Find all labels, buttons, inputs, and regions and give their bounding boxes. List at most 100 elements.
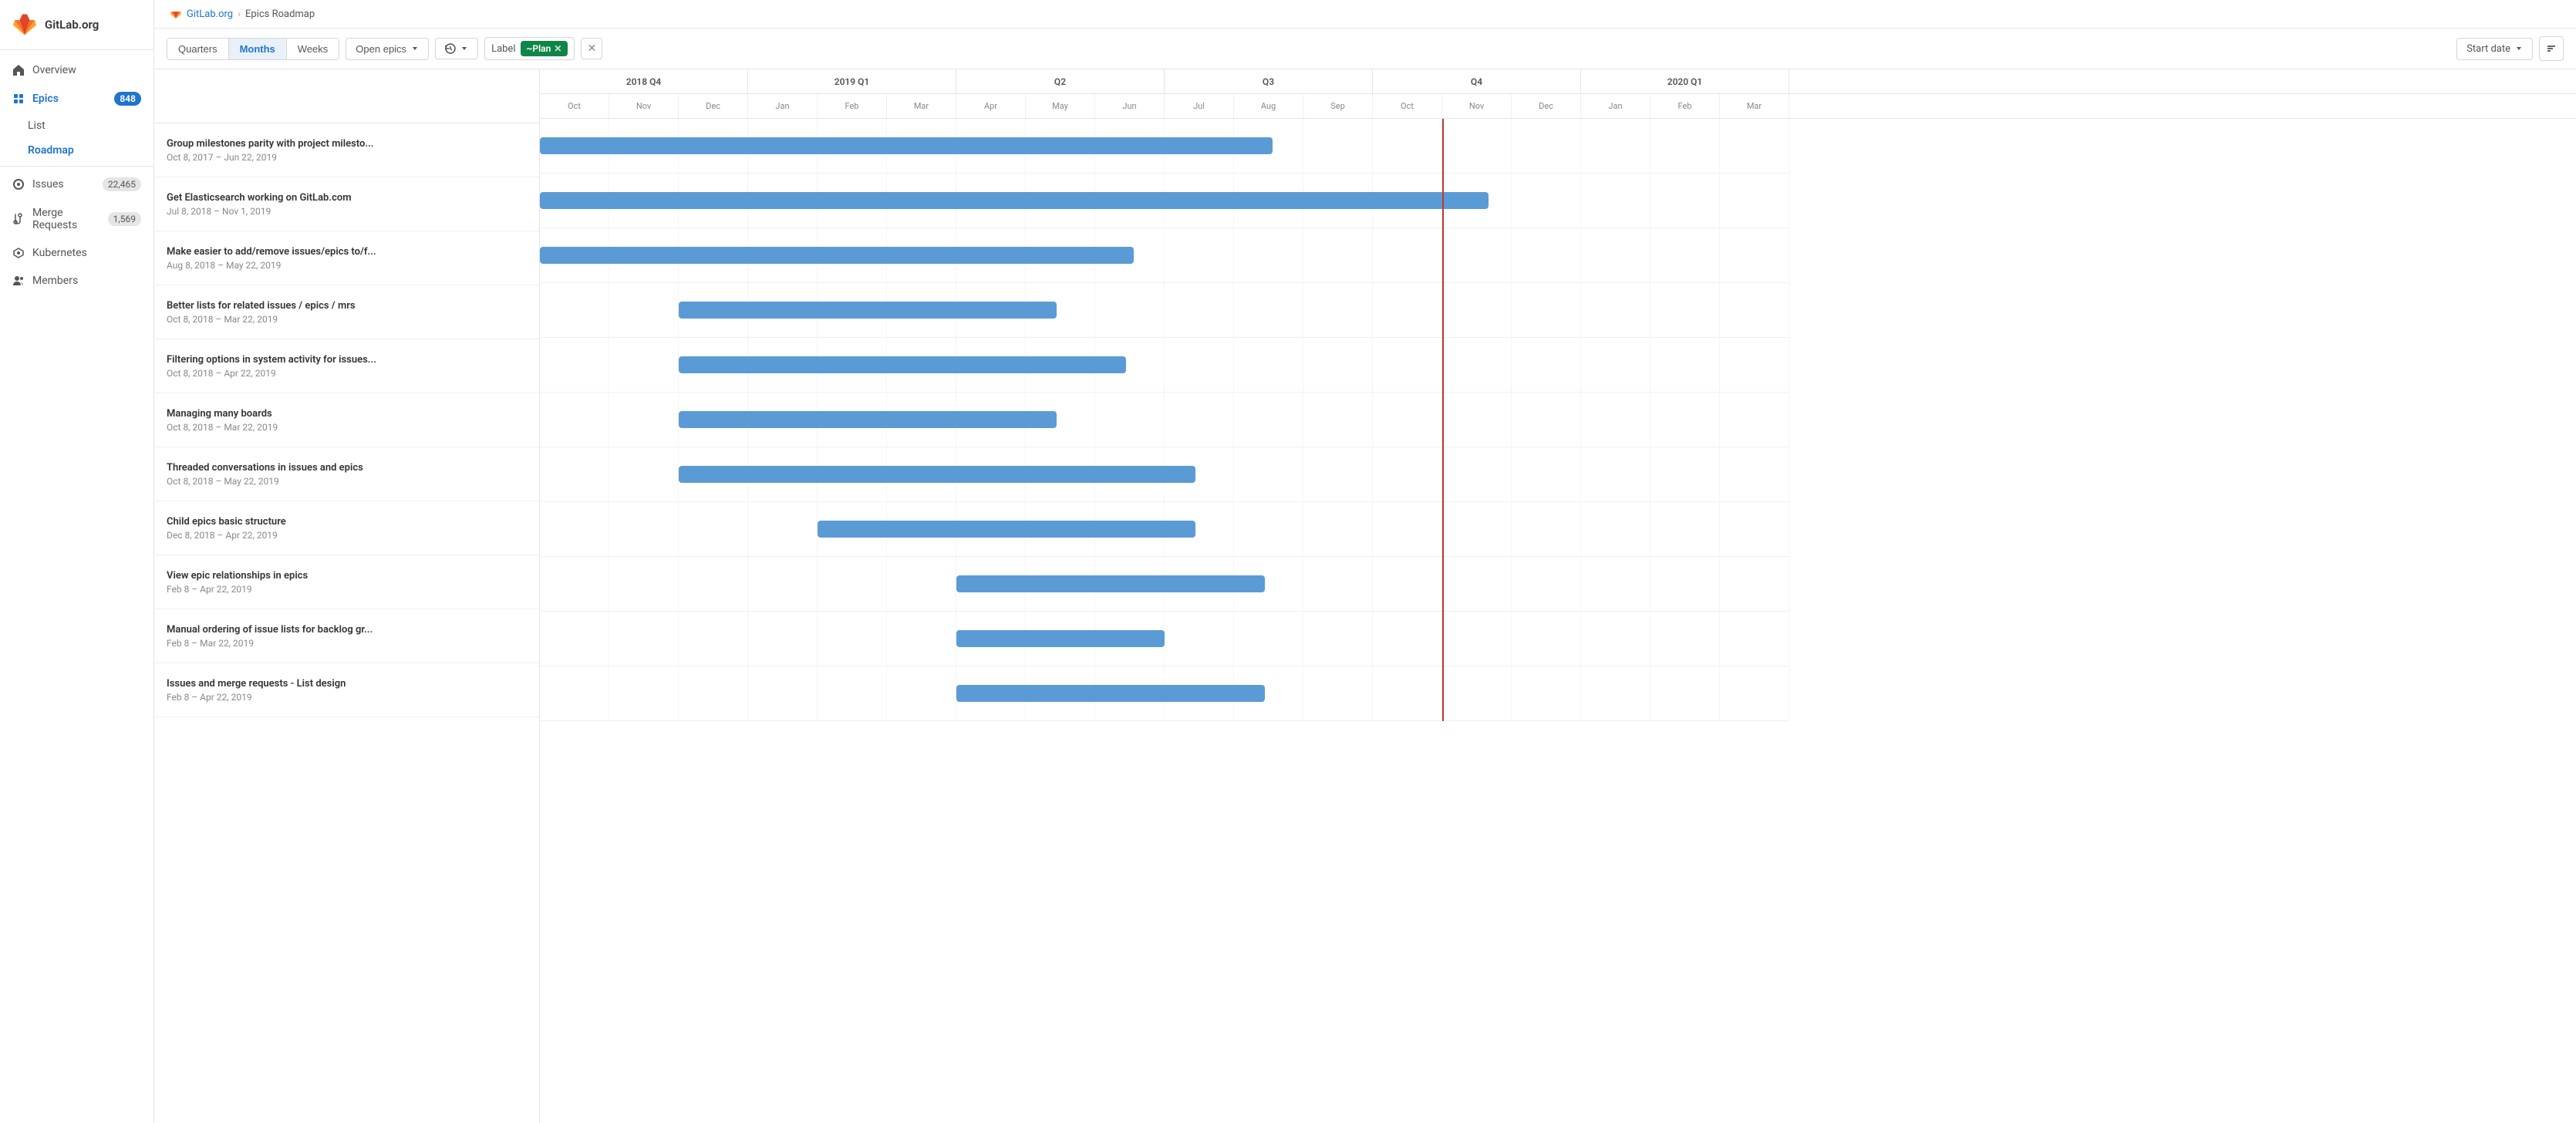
sidebar-item-list[interactable]: List <box>28 113 153 138</box>
gantt-cell <box>1234 338 1303 392</box>
gantt-cell <box>609 502 679 556</box>
gantt-cell <box>1650 119 1720 173</box>
sidebar-item-issues[interactable]: Issues 22,465 <box>0 170 153 199</box>
quarters-button[interactable]: Quarters <box>167 39 229 59</box>
month-label: Jun <box>1095 94 1165 118</box>
gantt-cell <box>609 393 679 447</box>
gantt-cell <box>1303 612 1373 666</box>
epic-list-row[interactable]: Threaded conversations in issues and epi… <box>154 447 539 501</box>
epic-list-row[interactable]: Get Elasticsearch working on GitLab.com … <box>154 177 539 231</box>
gantt-row <box>540 228 1789 283</box>
month-label: Mar <box>887 94 956 118</box>
month-label: May <box>1026 94 1095 118</box>
sidebar-item-overview[interactable]: Overview <box>0 56 153 84</box>
gantt-cell <box>1373 393 1442 447</box>
epic-dates: Oct 8, 2018 – May 22, 2019 <box>167 476 527 487</box>
gantt-cell <box>1650 666 1720 720</box>
gantt-cell <box>1581 502 1650 556</box>
gantt-cell <box>1442 228 1512 282</box>
epic-title: Make easier to add/remove issues/epics t… <box>167 246 527 258</box>
epic-dates: Feb 8 – Apr 22, 2019 <box>167 584 527 595</box>
roadmap-area: Group milestones parity with project mil… <box>154 69 2576 1123</box>
breadcrumb-separator: › <box>238 8 241 20</box>
epic-list-row[interactable]: Manual ordering of issue lists for backl… <box>154 609 539 663</box>
epic-bar[interactable] <box>540 137 1273 154</box>
kubernetes-label: Kubernetes <box>32 247 87 259</box>
epic-bar[interactable] <box>540 247 1134 264</box>
sidebar: GitLab.org Overview Epics 848 List Roadm… <box>0 0 154 1123</box>
start-date-label: Start date <box>2466 43 2510 55</box>
gantt-cell <box>1650 393 1720 447</box>
epic-bar[interactable] <box>540 192 1489 209</box>
epic-list-row[interactable]: Issues and merge requests - List design … <box>154 663 539 717</box>
epic-bar[interactable] <box>956 630 1165 647</box>
epic-bar[interactable] <box>679 356 1126 373</box>
gantt-cell <box>1303 557 1373 611</box>
gantt-cell <box>1303 228 1373 282</box>
breadcrumb: GitLab.org › Epics Roadmap <box>154 0 2576 29</box>
gantt-cell <box>1442 502 1512 556</box>
epic-list-row[interactable]: Group milestones parity with project mil… <box>154 123 539 177</box>
epic-bar[interactable] <box>956 575 1265 592</box>
gantt-cell <box>1581 228 1650 282</box>
gantt-header: 2018 Q42019 Q1Q2Q3Q42020 Q1 OctNovDecJan… <box>540 69 2576 119</box>
gantt-cell <box>887 612 956 666</box>
epic-dates: Feb 8 – Mar 22, 2019 <box>167 638 527 649</box>
epic-bar[interactable] <box>818 521 1195 538</box>
epic-list-row[interactable]: View epic relationships in epics Feb 8 –… <box>154 555 539 609</box>
gantt-cell <box>1512 174 1581 228</box>
sort-button[interactable] <box>2539 36 2564 61</box>
months-button[interactable]: Months <box>229 39 287 59</box>
gantt-cell <box>1720 174 1789 228</box>
sidebar-item-members[interactable]: Members <box>0 267 153 295</box>
gantt-cell <box>1165 228 1234 282</box>
quarter-label: 2018 Q4 <box>540 69 748 93</box>
issues-icon <box>12 178 25 191</box>
members-icon <box>12 275 25 287</box>
sidebar-item-kubernetes[interactable]: Kubernetes <box>0 239 153 267</box>
sidebar-item-merge-requests[interactable]: Merge Requests 1,569 <box>0 199 153 239</box>
plan-badge: ~Plan ✕ <box>521 41 568 56</box>
epic-bar[interactable] <box>679 466 1195 483</box>
epic-title: Get Elasticsearch working on GitLab.com <box>167 192 527 204</box>
epic-list-row[interactable]: Make easier to add/remove issues/epics t… <box>154 231 539 285</box>
remove-plan-label[interactable]: ✕ <box>554 43 561 54</box>
gantt-cell <box>1303 502 1373 556</box>
gantt-cell <box>1720 338 1789 392</box>
gantt-cell <box>1442 666 1512 720</box>
clear-filter-button[interactable]: ✕ <box>581 38 602 59</box>
weeks-button[interactable]: Weeks <box>287 39 339 59</box>
gantt-cell <box>540 283 609 337</box>
gantt-cell <box>1234 502 1303 556</box>
breadcrumb-page: Epics Roadmap <box>245 8 315 20</box>
gantt-cell <box>1512 119 1581 173</box>
gantt-cell <box>1581 119 1650 173</box>
start-date-button[interactable]: Start date <box>2456 38 2533 60</box>
epic-title: View epic relationships in epics <box>167 570 527 582</box>
history-button[interactable] <box>435 38 478 59</box>
gantt-cell <box>1650 612 1720 666</box>
epic-title: Better lists for related issues / epics … <box>167 300 527 312</box>
breadcrumb-org[interactable]: GitLab.org <box>187 8 233 20</box>
gantt-row <box>540 612 1789 666</box>
epic-bar[interactable] <box>679 411 1057 428</box>
epic-list-row[interactable]: Better lists for related issues / epics … <box>154 285 539 339</box>
epic-list-row[interactable]: Managing many boards Oct 8, 2018 – Mar 2… <box>154 393 539 447</box>
gantt-cell <box>1373 502 1442 556</box>
epic-list-row[interactable]: Filtering options in system activity for… <box>154 339 539 393</box>
epic-bar[interactable] <box>956 685 1265 702</box>
sidebar-item-epics[interactable]: Epics 848 <box>0 84 153 113</box>
epic-bar[interactable] <box>679 302 1057 319</box>
plan-label: ~Plan <box>527 43 551 54</box>
gantt-row <box>540 119 1789 174</box>
gantt-cell <box>1650 228 1720 282</box>
gantt-quarters-row: 2018 Q42019 Q1Q2Q3Q42020 Q1 <box>540 69 2576 94</box>
epic-dates: Jul 8, 2018 – Nov 1, 2019 <box>167 206 527 217</box>
open-epics-button[interactable]: Open epics <box>346 38 429 60</box>
gantt-cell <box>1165 283 1234 337</box>
sidebar-item-roadmap[interactable]: Roadmap <box>28 138 153 163</box>
month-label: Dec <box>1512 94 1581 118</box>
epic-list-row[interactable]: Child epics basic structure Dec 8, 2018 … <box>154 501 539 555</box>
gantt-cell <box>1650 447 1720 501</box>
gantt-cell <box>1720 557 1789 611</box>
